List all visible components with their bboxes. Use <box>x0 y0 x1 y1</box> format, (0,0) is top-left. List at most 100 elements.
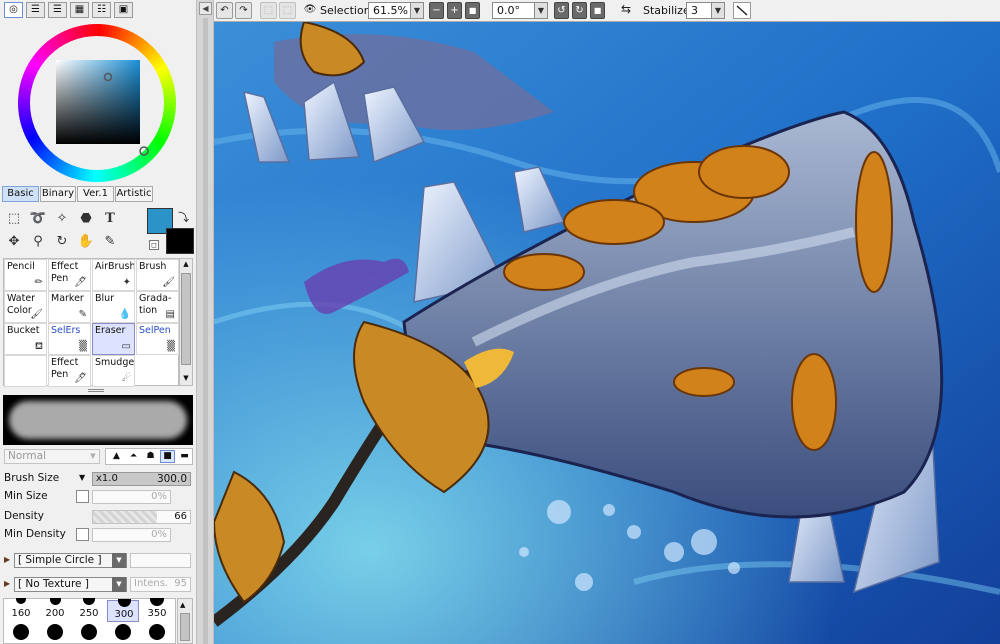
rgb-slider-view-button[interactable]: ☰ <box>26 2 45 18</box>
tool-palette-scrollbar[interactable]: ▲ ▼ <box>179 258 193 386</box>
tool-bucket[interactable]: Bucket ⛾ <box>4 323 47 355</box>
brush-tip-icon[interactable] <box>149 624 165 640</box>
tool-gradation[interactable]: Grada-tion ▤ <box>136 291 179 323</box>
rotate-right-icon[interactable]: ↻ <box>572 2 587 19</box>
brush-shape-select[interactable]: [ Simple Circle ] <box>14 553 127 568</box>
undo-icon[interactable]: ↶ <box>216 2 233 19</box>
zoom-reset-icon[interactable]: ■ <box>465 2 480 19</box>
brush-tip-icon[interactable] <box>13 624 29 640</box>
scroll-up-icon[interactable]: ▲ <box>180 601 185 609</box>
rotation-chevron-down-icon[interactable]: ▼ <box>534 2 548 19</box>
rotate-left-icon[interactable]: ↺ <box>554 2 569 19</box>
edge-hard-icon[interactable]: ■ <box>160 450 175 463</box>
tool-marker[interactable]: Marker ✎ <box>48 291 91 323</box>
rotate-reset-icon[interactable]: ■ <box>590 2 605 19</box>
brush-tip-icon <box>49 598 61 605</box>
flip-horizontal-icon[interactable]: ⇆ <box>617 2 635 19</box>
magic-wand-icon[interactable]: ✧ <box>50 209 74 230</box>
tool-eraser[interactable]: Eraser ▭ <box>92 323 135 355</box>
redo-icon[interactable]: ↷ <box>235 2 252 19</box>
transparent-color-icon[interactable]: ◻ <box>149 240 159 250</box>
tool-blur[interactable]: Blur 💧 <box>92 291 135 323</box>
canvas-artwork[interactable] <box>214 22 1000 644</box>
zoom-icon[interactable]: ⚲ <box>26 232 50 253</box>
scratchpad-view-button[interactable]: ▣ <box>114 2 133 18</box>
select-pen-icon[interactable]: ⬣ <box>74 209 98 230</box>
hsv-slider-view-button[interactable]: ☰ <box>48 2 67 18</box>
color-palette-view-button[interactable]: ▦ <box>70 2 89 18</box>
tool-brush[interactable]: Brush 🖌 <box>136 259 179 291</box>
presets-scrollbar[interactable]: ▲ <box>177 598 193 644</box>
brush-preset[interactable]: 160 <box>5 598 37 622</box>
tool-sel-pen[interactable]: SelPen ▒ <box>136 323 179 355</box>
move-icon[interactable]: ✥ <box>2 232 26 253</box>
density-fill <box>93 511 158 523</box>
tab-ver1[interactable]: Ver.1 <box>77 186 114 202</box>
color-wheel[interactable] <box>18 24 176 182</box>
zoom-chevron-down-icon[interactable]: ▼ <box>410 2 424 19</box>
texture-intensity-field[interactable]: Intens. 95 <box>130 577 191 592</box>
stabilizer-chevron-down-icon[interactable]: ▼ <box>711 2 725 19</box>
min-size-checkbox[interactable] <box>76 490 89 503</box>
min-density-slider[interactable]: 0% <box>92 528 171 542</box>
edge-medium-icon[interactable]: ⏶ <box>126 451 141 462</box>
shape-strength-field[interactable] <box>130 553 191 568</box>
invert-selection-icon[interactable]: ⬚ <box>279 2 296 19</box>
panel-resize-grip[interactable] <box>88 389 104 392</box>
line-tool-icon[interactable] <box>733 2 751 19</box>
swap-colors-icon[interactable]: ⤵ <box>178 209 189 225</box>
min-size-value: 0% <box>151 491 167 502</box>
brush-size-slider[interactable]: x1.0 300.0 <box>92 472 191 486</box>
rotate-icon[interactable]: ↻ <box>50 232 74 253</box>
blend-mode-select[interactable]: Normal <box>4 449 100 464</box>
brush-preset[interactable]: 300 <box>107 599 139 622</box>
tool-sel-eraser[interactable]: SelErs ▒ <box>48 323 91 355</box>
brush-preset[interactable]: 250 <box>73 598 105 622</box>
tab-basic[interactable]: Basic <box>2 186 39 202</box>
min-size-slider[interactable]: 0% <box>92 490 171 504</box>
zoom-in-button[interactable]: + <box>447 2 462 19</box>
swatches-view-button[interactable]: ☷ <box>92 2 111 18</box>
tool-effect-pen-2[interactable]: Effect Pen 🖊 <box>48 355 91 387</box>
tab-artistic[interactable]: Artistic <box>115 186 153 202</box>
deselect-icon[interactable]: ⬚ <box>260 2 277 19</box>
scroll-thumb[interactable] <box>180 613 190 641</box>
text-tool-icon[interactable]: T <box>98 209 122 230</box>
size-multiplier[interactable]: x1.0 <box>96 473 118 484</box>
lasso-icon[interactable]: ➰ <box>26 209 50 230</box>
edge-soft-icon[interactable]: ▲ <box>109 451 124 462</box>
brush-tip-icon[interactable] <box>115 624 131 640</box>
secondary-color-swatch[interactable] <box>166 228 194 254</box>
tool-label: SelErs <box>51 325 81 336</box>
texture-select[interactable]: [ No Texture ] <box>14 577 127 592</box>
tab-binary[interactable]: Binary <box>40 186 76 202</box>
brush-preset[interactable]: 350 <box>141 598 173 622</box>
tool-smudge[interactable]: Smudge ☄ <box>92 355 135 387</box>
panel-divider[interactable]: ◀ <box>196 0 214 644</box>
density-slider[interactable]: 66 <box>92 510 191 524</box>
brush-tip-icon[interactable] <box>81 624 97 640</box>
blur-icon: 💧 <box>118 309 131 320</box>
hand-icon[interactable]: ✋ <box>74 232 98 253</box>
selection-eye-icon[interactable]: 👁 <box>302 2 318 19</box>
edge-firm-icon[interactable]: ☗ <box>143 451 158 462</box>
min-density-checkbox[interactable] <box>76 528 89 541</box>
tool-watercolor[interactable]: Water Color 🖌 <box>4 291 47 323</box>
sel-eraser-icon: ▒ <box>79 341 87 352</box>
size-menu-chevron-icon[interactable]: ▼ <box>79 473 85 482</box>
texture-expand-icon[interactable]: ▶ <box>4 579 10 588</box>
brush-preset-size: 200 <box>45 608 65 619</box>
tool-airbrush[interactable]: AirBrush ✦ <box>92 259 135 291</box>
brush-tip-icon[interactable] <box>47 624 63 640</box>
tool-pencil[interactable]: Pencil ✏ <box>4 259 47 291</box>
shape-expand-icon[interactable]: ▶ <box>4 555 10 564</box>
tool-effect-pen[interactable]: Effect Pen 🖊 <box>48 259 91 291</box>
bucket-icon: ⛾ <box>34 341 43 352</box>
collapse-arrow-icon[interactable]: ◀ <box>199 2 212 15</box>
eyedropper-icon[interactable]: ✎ <box>98 232 122 253</box>
zoom-out-button[interactable]: − <box>429 2 444 19</box>
color-wheel-view-button[interactable]: ◎ <box>4 2 23 18</box>
edge-max-icon[interactable]: ▬ <box>177 451 192 462</box>
rect-select-icon[interactable]: ⬚ <box>2 209 26 230</box>
brush-preset[interactable]: 200 <box>39 598 71 622</box>
